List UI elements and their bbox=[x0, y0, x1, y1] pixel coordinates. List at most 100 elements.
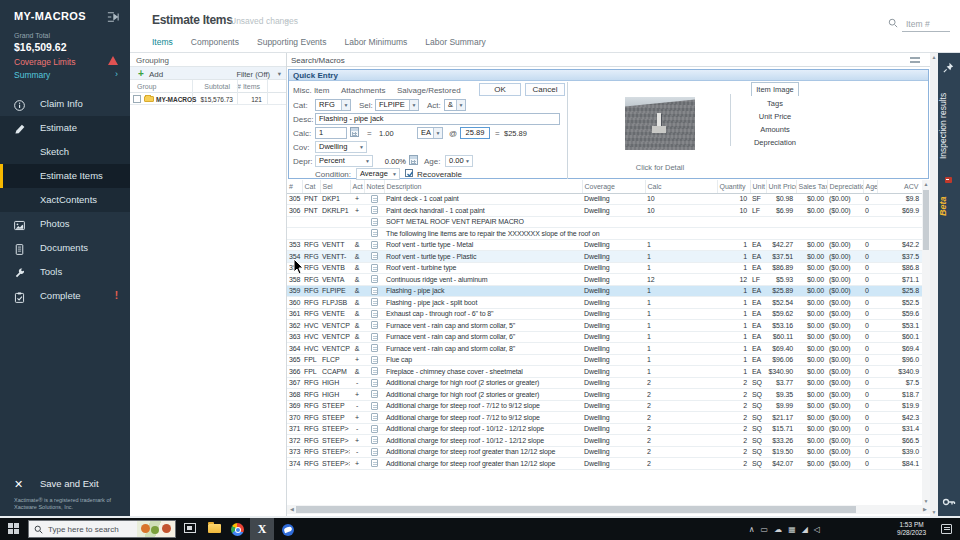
table-row[interactable]: 365FPLFLCP+Flue capDwelling11EA$96.06$0.… bbox=[287, 354, 922, 366]
col-header-act[interactable]: Act bbox=[350, 180, 364, 193]
note-icon[interactable] bbox=[371, 252, 378, 260]
task-view-icon[interactable] bbox=[182, 521, 198, 537]
col-header-#[interactable]: # bbox=[287, 180, 302, 193]
cat-input[interactable]: RFG▼ bbox=[315, 99, 351, 111]
table-horizontal-scrollbar[interactable]: ◀ ▶ bbox=[287, 505, 930, 514]
col-header-depreciation[interactable]: Depreciation bbox=[827, 180, 863, 193]
calc-input[interactable]: 1 bbox=[315, 127, 347, 139]
col-header-unit[interactable]: Unit bbox=[750, 180, 766, 193]
file-explorer-icon[interactable] bbox=[207, 521, 223, 537]
xactimate-taskbar-icon[interactable]: X bbox=[250, 518, 274, 540]
table-row[interactable]: 361RFGVENTE&Exhaust cap - through roof -… bbox=[287, 308, 922, 320]
note-icon[interactable] bbox=[371, 413, 378, 421]
calculator-icon[interactable] bbox=[350, 127, 359, 137]
table-row[interactable]: 305PNTDKP1+Paint deck - 1 coat paintDwel… bbox=[287, 193, 922, 205]
filter-button[interactable]: Filter (Off) bbox=[236, 70, 270, 79]
col-header-coverage[interactable]: Coverage bbox=[582, 180, 645, 193]
note-icon[interactable] bbox=[371, 287, 378, 295]
note-icon[interactable] bbox=[371, 241, 378, 249]
sidebar-item-documents[interactable]: Documents bbox=[0, 236, 130, 260]
table-row[interactable]: The following line items are to repair t… bbox=[287, 228, 922, 240]
widgets-icon[interactable] bbox=[137, 521, 175, 537]
cancel-button[interactable]: Cancel bbox=[525, 83, 565, 96]
chrome-icon[interactable] bbox=[230, 521, 246, 537]
table-row[interactable]: 362HVCVENTCP5&Furnace vent - rain cap an… bbox=[287, 320, 922, 332]
side-tab-tags[interactable]: Tags bbox=[730, 97, 820, 110]
note-icon[interactable] bbox=[371, 459, 378, 467]
note-icon[interactable] bbox=[371, 436, 378, 444]
add-group-button[interactable]: Add bbox=[149, 70, 163, 79]
desc-input[interactable]: Flashing - pipe jack bbox=[315, 113, 560, 125]
side-tab-amounts[interactable]: Amounts bbox=[730, 123, 820, 136]
calculator-icon-2[interactable] bbox=[409, 155, 418, 165]
note-icon[interactable] bbox=[371, 298, 378, 306]
sidebar-item-photos[interactable]: Photos bbox=[0, 212, 130, 236]
sidebar-item-sketch[interactable]: Sketch bbox=[0, 140, 130, 164]
note-icon[interactable] bbox=[371, 402, 378, 410]
side-tab-depreciation[interactable]: Depreciation bbox=[730, 136, 820, 149]
table-row[interactable]: 369RFGSTEEP-Additional charge for steep … bbox=[287, 400, 922, 412]
salvage-restored-link[interactable]: Salvage/Restored bbox=[397, 86, 461, 95]
table-row[interactable]: 368RFGHIGH+Additional charge for high ro… bbox=[287, 389, 922, 401]
sidebar-item-xactcontents[interactable]: XactContents bbox=[0, 188, 130, 212]
unit-dropdown[interactable]: EA▼ bbox=[417, 127, 443, 139]
summary-link[interactable]: Summary bbox=[14, 70, 50, 80]
pin-icon[interactable] bbox=[942, 61, 955, 74]
note-icon[interactable] bbox=[371, 195, 378, 203]
coverage-dropdown[interactable]: Dwelling▼ bbox=[315, 141, 367, 153]
item-search-input[interactable]: Item # bbox=[902, 16, 950, 32]
pane-scrollbar[interactable]: ▲ ▼ bbox=[930, 53, 938, 516]
attachments-link[interactable]: Attachments bbox=[341, 86, 385, 95]
table-row[interactable]: 355RFGVENTB&Roof vent - turbine typeDwel… bbox=[287, 262, 922, 274]
note-icon[interactable] bbox=[371, 229, 378, 237]
misc-item-link[interactable]: Misc. Item bbox=[293, 86, 329, 95]
sidebar-item-complete[interactable]: Complete! bbox=[0, 284, 130, 308]
note-icon[interactable] bbox=[371, 275, 378, 283]
sidebar-item-tools[interactable]: Tools bbox=[0, 260, 130, 284]
condition-dropdown[interactable]: Average▼ bbox=[356, 168, 400, 180]
note-icon[interactable] bbox=[371, 344, 378, 352]
search-macros-bar[interactable]: Search/Macros bbox=[287, 53, 930, 67]
group-row[interactable]: MY-MACROS $15,576.73 121 bbox=[130, 93, 286, 105]
table-row[interactable]: 360RFGFLPJSB&Flashing - pipe jack - spli… bbox=[287, 297, 922, 309]
table-row[interactable]: 372RFGSTEEP>+Additional charge for steep… bbox=[287, 435, 922, 447]
table-row[interactable]: 371RFGSTEEP>-Additional charge for steep… bbox=[287, 423, 922, 435]
sidebar-item-estimate-items[interactable]: Estimate Items bbox=[0, 164, 130, 188]
inspection-results-tab[interactable]: Inspection results bbox=[938, 79, 960, 173]
notification-icon[interactable] bbox=[941, 524, 952, 534]
note-icon[interactable] bbox=[371, 390, 378, 398]
col-header-acv[interactable]: ACV bbox=[877, 180, 922, 193]
recoverable-checkbox[interactable] bbox=[405, 169, 413, 177]
teams-icon[interactable] bbox=[280, 521, 296, 537]
note-icon[interactable] bbox=[371, 356, 378, 364]
taskbar-search-input[interactable]: Type here to search bbox=[28, 520, 176, 538]
note-icon[interactable] bbox=[371, 264, 378, 272]
sel-input[interactable]: FLPIPE▼ bbox=[375, 99, 419, 111]
col-header-calc[interactable]: Calc bbox=[645, 180, 717, 193]
table-row[interactable]: 374RFGSTEEP>>+Additional charge for stee… bbox=[287, 458, 922, 470]
col-header-sel[interactable]: Sel bbox=[320, 180, 350, 193]
save-and-exit-button[interactable]: ✕ Save and Exit bbox=[0, 472, 130, 496]
col-header-quantity[interactable]: Quantity bbox=[717, 180, 750, 193]
table-row[interactable]: 359RFGFLPIPE&Flashing - pipe jackDwellin… bbox=[287, 285, 922, 297]
col-header-notes[interactable]: Notes bbox=[364, 180, 384, 193]
table-row[interactable]: 367RFGHIGH-Additional charge for high ro… bbox=[287, 377, 922, 389]
unit-price-input[interactable]: 25.89 bbox=[460, 127, 490, 139]
note-icon[interactable] bbox=[371, 333, 378, 341]
col-header-cat[interactable]: Cat bbox=[302, 180, 320, 193]
item-image[interactable] bbox=[625, 97, 695, 150]
depr-pct-value[interactable]: 0.00% bbox=[382, 157, 406, 166]
table-row[interactable]: 370RFGSTEEP+Additional charge for steep … bbox=[287, 412, 922, 424]
table-vertical-scrollbar[interactable]: ▲ ▼ bbox=[922, 180, 930, 505]
taskbar-clock[interactable]: 1:53 PM 9/28/2023 bbox=[897, 521, 926, 537]
side-tab-unit-price[interactable]: Unit Price bbox=[730, 110, 820, 123]
chevron-down-icon[interactable]: ⌄ bbox=[283, 14, 291, 24]
table-row[interactable]: SOFT METAL ROOF VENT REPAIR MACRO bbox=[287, 216, 922, 228]
table-row[interactable]: 373RFGSTEEP>>-Additional charge for stee… bbox=[287, 446, 922, 458]
note-icon[interactable] bbox=[371, 321, 378, 329]
system-tray[interactable]: ∧ ▭ ☁ ▦ ◢ ◁ bbox=[749, 518, 820, 540]
side-tab-item-image[interactable]: Item Image bbox=[751, 82, 799, 96]
note-icon[interactable] bbox=[371, 448, 378, 456]
note-icon[interactable] bbox=[371, 310, 378, 318]
act-dropdown[interactable]: &▼ bbox=[444, 99, 466, 111]
